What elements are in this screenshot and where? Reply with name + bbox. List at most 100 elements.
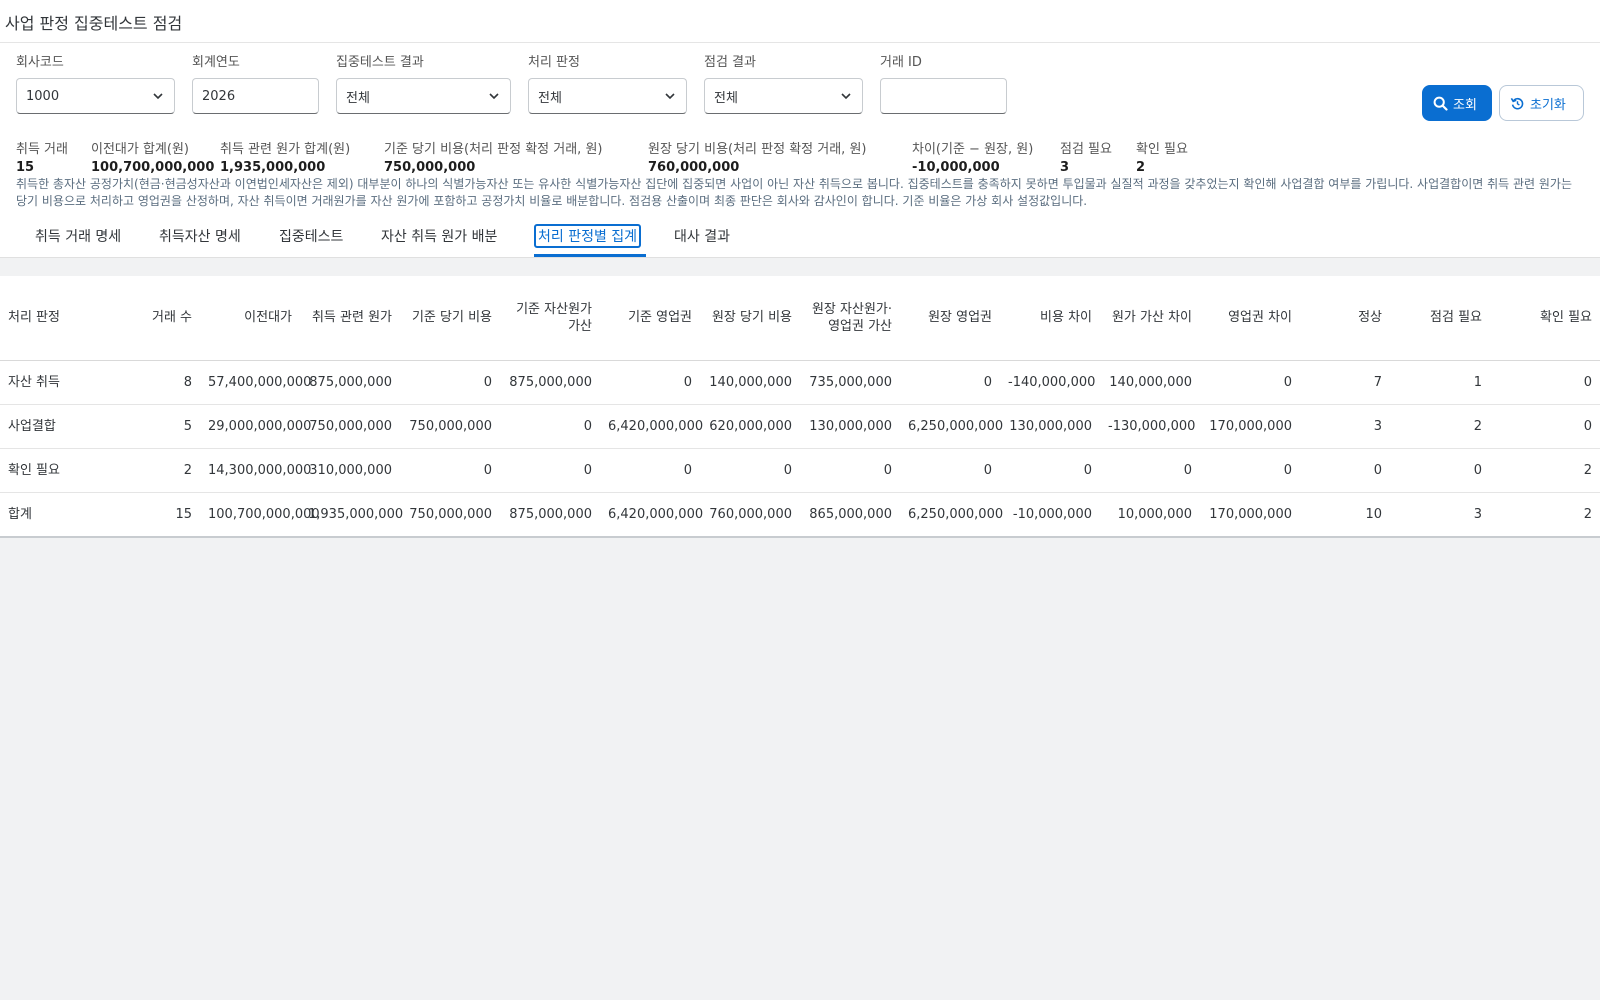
table-row[interactable]: 사업결합 5 29,000,000,000 750,000,000 750,00…: [0, 404, 1600, 449]
table-cell: 760,000,000: [709, 506, 792, 522]
table-cell: 확인 필요: [0, 448, 120, 493]
table-cell: 3: [1473, 506, 1482, 522]
reset-button[interactable]: 초기화: [1499, 85, 1584, 121]
table-cell: 7: [1300, 360, 1390, 405]
check-result-label: 점검 결과: [704, 55, 756, 70]
table-cell: 29,000,000,000: [200, 404, 311, 449]
column-header[interactable]: 점검 필요: [1390, 276, 1490, 361]
table-cell: 0: [1200, 448, 1300, 493]
guidance-note: 취득한 총자산 공정가치(현금·현금성자산과 이연법인세자산은 제외) 대부분이…: [16, 177, 1572, 208]
column-header[interactable]: 정상: [1300, 276, 1390, 361]
treatment-field: 처리 판정 전체: [528, 51, 687, 114]
tab-deal-list[interactable]: 취득 거래 명세: [35, 226, 121, 246]
treatment-select[interactable]: 전체: [528, 78, 687, 114]
table-cell: 140,000,000: [1100, 360, 1200, 405]
kpi-standard-expense: 기준 당기 비용(처리 판정 확정 거래, 원) 750,000,000: [384, 138, 602, 175]
kpi-difference: 차이(기준 − 원장, 원) -10,000,000: [912, 138, 1033, 175]
tab-reconciliation[interactable]: 대사 결과: [674, 226, 730, 246]
kpi-label: 원장 당기 비용(처리 판정 확정 거래, 원): [648, 142, 867, 157]
column-header[interactable]: 원가 가산 차이: [1100, 276, 1200, 361]
table-cell: 6,250,000,000: [900, 404, 1003, 449]
company-code-value: 1000: [26, 88, 60, 104]
table-cell: 8: [120, 360, 200, 405]
search-button[interactable]: 조회: [1422, 85, 1492, 121]
table-cell: 0: [1200, 360, 1300, 405]
kpi-needs-check: 점검 필요 3: [1060, 138, 1112, 175]
table-cell: 0: [500, 448, 600, 493]
kpi-value: 1,935,000,000: [220, 160, 326, 175]
kpi-label: 점검 필요: [1060, 142, 1112, 157]
test-result-select[interactable]: 전체: [336, 78, 511, 114]
table-cell: 170,000,000: [1209, 506, 1292, 522]
table-cell: 735,000,000: [800, 360, 900, 405]
fiscal-year-input[interactable]: 2026: [192, 78, 319, 114]
table-row[interactable]: 확인 필요 2 14,300,000,000 310,000,000 0 0 0…: [0, 448, 1600, 493]
table-cell: 57,400,000,000: [200, 360, 311, 405]
treatment-label: 처리 판정: [528, 55, 580, 70]
company-code-label: 회사코드: [16, 55, 64, 70]
table-cell: 0: [1300, 448, 1390, 493]
table-cell: 1,935,000,000: [308, 506, 404, 522]
column-header[interactable]: 원장 자산원가·영업권 가산: [800, 276, 900, 361]
table-cell: 2: [120, 448, 200, 493]
treatment-summary-table: 처리 판정 거래 수 이전대가 취득 관련 원가 기준 당기 비용 기준 자산원…: [0, 276, 1600, 538]
table-row[interactable]: 자산 취득 8 57,400,000,000 875,000,000 0 875…: [0, 360, 1600, 405]
check-result-select[interactable]: 전체: [704, 78, 863, 114]
table-cell: 0: [900, 448, 1000, 493]
table-cell: 0: [400, 360, 500, 405]
table-cell: 170,000,000: [1200, 404, 1300, 449]
search-icon: [1433, 96, 1448, 111]
kpi-label: 취득 관련 원가 합계(원): [220, 142, 351, 157]
test-result-field: 집중테스트 결과 전체: [336, 51, 511, 114]
company-code-select[interactable]: 1000: [16, 78, 175, 114]
column-header[interactable]: 이전대가: [200, 276, 300, 361]
table-cell: 140,000,000: [700, 360, 800, 405]
table-cell: 0: [700, 448, 800, 493]
fiscal-year-value: 2026: [202, 88, 236, 104]
table-cell: -10,000,000: [1012, 506, 1092, 522]
kpi-related-cost-total: 취득 관련 원가 합계(원) 1,935,000,000: [220, 138, 350, 175]
chevron-down-icon: [489, 93, 499, 100]
column-header[interactable]: 영업권 차이: [1200, 276, 1300, 361]
table-cell: 130,000,000: [1000, 404, 1100, 449]
table-cell: 0: [800, 448, 900, 493]
title-bar: 사업 판정 집중테스트 점검: [0, 0, 1600, 43]
tab-acquired-assets[interactable]: 취득자산 명세: [159, 226, 241, 246]
column-header[interactable]: 기준 영업권: [600, 276, 700, 361]
reset-icon: [1510, 97, 1524, 109]
tab-treatment-summary[interactable]: 처리 판정별 집계: [534, 224, 642, 248]
table-cell: 0: [1000, 448, 1100, 493]
kpi-value: 750,000,000: [384, 160, 476, 175]
table-total-row[interactable]: 합계 15 100,700,000,000 1,935,000,000 750,…: [0, 492, 1600, 536]
table-cell: 750,000,000: [400, 404, 500, 449]
table-cell: 3: [1300, 404, 1390, 449]
treatment-value: 전체: [538, 90, 562, 106]
column-header[interactable]: 처리 판정: [0, 276, 120, 361]
table-cell: 6,420,000,000: [608, 506, 704, 522]
page-title: 사업 판정 집중테스트 점검: [5, 14, 183, 33]
kpi-label: 이전대가 합계(원): [91, 142, 189, 157]
table-cell: 사업결합: [0, 404, 120, 449]
column-header[interactable]: 거래 수: [120, 276, 200, 361]
column-header[interactable]: 취득 관련 원가: [300, 276, 400, 361]
kpi-value: 2: [1136, 160, 1146, 175]
tab-concentration-test[interactable]: 집중테스트: [279, 226, 343, 246]
table-cell: -130,000,000: [1100, 404, 1200, 449]
table-cell: 6,420,000,000: [600, 404, 703, 449]
tab-cost-allocation[interactable]: 자산 취득 원가 배분: [381, 226, 497, 246]
deal-id-label: 거래 ID: [880, 55, 922, 70]
table-cell: 0: [1390, 448, 1490, 493]
table-cell: 2: [1583, 506, 1592, 522]
deal-id-input[interactable]: [880, 78, 1007, 114]
column-header[interactable]: 확인 필요: [1490, 276, 1600, 361]
column-header[interactable]: 기준 당기 비용: [400, 276, 500, 361]
column-header[interactable]: 원장 영업권: [900, 276, 1000, 361]
column-header[interactable]: 원장 당기 비용: [700, 276, 800, 361]
column-header[interactable]: 기준 자산원가 가산: [500, 276, 600, 361]
table-cell: 875,000,000: [509, 506, 592, 522]
table-cell: 14,300,000,000: [200, 448, 311, 493]
test-result-value: 전체: [346, 90, 370, 106]
column-header[interactable]: 비용 차이: [1000, 276, 1100, 361]
table-cell: 875,000,000: [500, 360, 600, 405]
table-cell: 750,000,000: [409, 506, 492, 522]
